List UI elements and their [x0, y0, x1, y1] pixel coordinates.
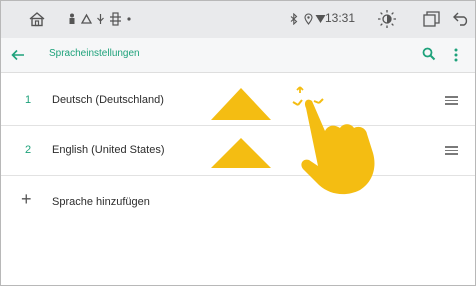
- status-bar: 13:31: [1, 1, 475, 38]
- recycle-icon: [80, 9, 92, 29]
- dot-icon: [126, 9, 132, 29]
- language-name: Deutsch (Deutschland): [52, 94, 164, 106]
- drag-handle-icon[interactable]: [445, 146, 458, 156]
- language-number: 1: [25, 94, 32, 106]
- drag-handle-icon[interactable]: [445, 96, 458, 106]
- clock: 13:31: [325, 11, 356, 25]
- list-item-language-2[interactable]: 2 English (United States): [1, 126, 475, 176]
- add-language-button[interactable]: Sprache hinzufügen: [52, 196, 150, 208]
- back-icon[interactable]: [452, 9, 470, 29]
- home-icon[interactable]: [27, 9, 47, 29]
- list-item-language-1[interactable]: 1 Deutsch (Deutschland): [1, 76, 475, 126]
- screen: 13:31 Spracheinstellungen 1 Deutsch (Deu…: [0, 0, 476, 286]
- back-arrow-icon[interactable]: [11, 48, 27, 62]
- usb-icon: [95, 9, 105, 29]
- page-title: Spracheinstellungen: [49, 48, 140, 59]
- language-name: English (United States): [52, 144, 165, 156]
- search-icon[interactable]: [422, 47, 438, 63]
- language-number: 2: [25, 144, 32, 156]
- window-icon[interactable]: [422, 9, 440, 29]
- add-icon[interactable]: +: [21, 189, 32, 209]
- more-icon[interactable]: [453, 47, 461, 63]
- brightness-icon[interactable]: [377, 9, 397, 29]
- bluetooth-symbol-icon: [289, 9, 299, 29]
- location-icon: [303, 9, 313, 29]
- bluetooth-icon: [108, 9, 122, 29]
- person-icon: [67, 9, 77, 29]
- app-bar: Spracheinstellungen: [1, 38, 475, 73]
